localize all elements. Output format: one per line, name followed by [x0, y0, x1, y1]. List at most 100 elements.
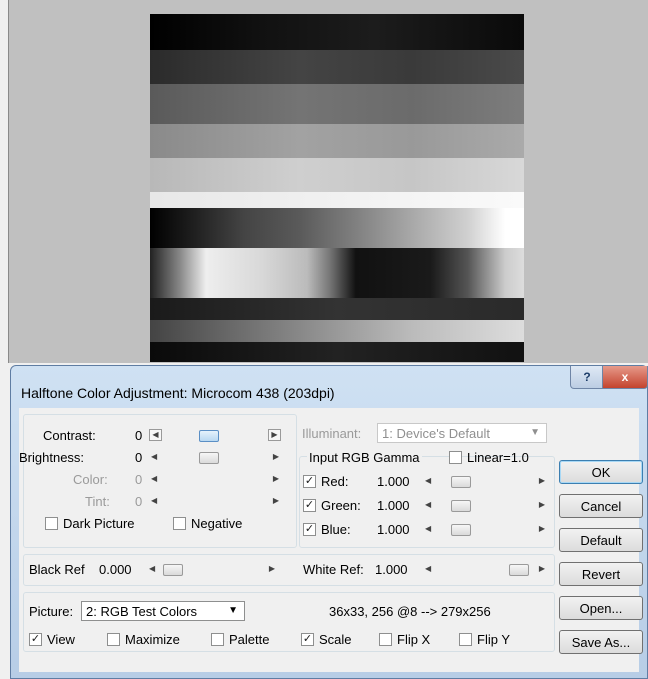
illuminant-select[interactable]: 1: Device's Default ▼ — [377, 423, 547, 443]
scale-label: Scale — [319, 632, 352, 647]
ok-button[interactable]: OK — [559, 460, 643, 484]
arrow-right-icon[interactable]: ▶ — [539, 476, 545, 485]
flip-y-label: Flip Y — [477, 632, 510, 647]
green-slider[interactable]: ◀ ▶ — [423, 499, 547, 512]
scale-checkbox[interactable]: ✓ Scale — [301, 632, 352, 647]
green-checkbox[interactable]: ✓ Green: — [303, 498, 361, 513]
checkmark-icon[interactable]: ✓ — [29, 633, 42, 646]
arrow-left-icon: ◀ — [151, 474, 158, 483]
black-ref-slider[interactable]: ◀ ▶ — [147, 563, 277, 576]
arrow-right-icon[interactable]: ▶ — [539, 500, 545, 509]
flip-x-checkbox[interactable]: Flip X — [379, 632, 430, 647]
blue-slider[interactable]: ◀ ▶ — [423, 523, 547, 536]
arrow-right-icon[interactable]: ▶ — [273, 452, 279, 461]
brightness-thumb[interactable] — [199, 452, 219, 464]
white-ref-label: White Ref: — [303, 562, 364, 577]
checkbox-box[interactable] — [449, 451, 462, 464]
arrow-left-icon[interactable]: ◀ — [425, 476, 431, 485]
gamma-title: Input RGB Gamma — [307, 450, 422, 465]
checkmark-icon[interactable]: ✓ — [303, 499, 316, 512]
black-ref-label: Black Ref — [29, 562, 85, 577]
red-label: Red: — [321, 474, 349, 489]
picture-info: 36x33, 256 @8 --> 279x256 — [329, 604, 491, 619]
arrow-left-icon[interactable]: ◀ — [151, 452, 157, 461]
arrow-right-icon: ▶ — [272, 496, 279, 505]
red-thumb[interactable] — [451, 476, 471, 488]
checkbox-box[interactable] — [379, 633, 392, 646]
default-button[interactable]: Default — [559, 528, 643, 552]
close-icon[interactable]: x — [602, 366, 648, 389]
picture-select[interactable]: 2: RGB Test Colors ▼ — [81, 601, 245, 621]
blue-label: Blue: — [321, 522, 351, 537]
color-value: 0 — [135, 472, 143, 487]
arrow-right-icon[interactable]: ▶ — [269, 564, 275, 573]
maximize-label: Maximize — [125, 632, 180, 647]
arrow-left-icon[interactable]: ◀ — [149, 564, 155, 573]
palette-checkbox[interactable]: Palette — [211, 632, 269, 647]
checkbox-box[interactable] — [45, 517, 58, 530]
contrast-thumb[interactable] — [199, 430, 219, 442]
color-label: Color: — [73, 472, 108, 487]
red-checkbox[interactable]: ✓ Red: — [303, 474, 348, 489]
view-checkbox[interactable]: ✓ View — [29, 632, 75, 647]
arrow-left-icon: ◀ — [151, 496, 158, 505]
checkmark-icon[interactable]: ✓ — [303, 475, 316, 488]
arrow-right-icon[interactable]: ▶ — [268, 429, 281, 441]
white-ref-slider[interactable]: ◀ ▶ — [423, 563, 547, 576]
arrow-left-icon[interactable]: ◀ — [425, 524, 431, 533]
tint-slider[interactable]: ◀ ▶ — [149, 495, 281, 508]
arrow-right-icon: ▶ — [272, 474, 279, 483]
arrow-left-icon[interactable]: ◀ — [425, 500, 431, 509]
dialog-title: Halftone Color Adjustment: Microcom 438 … — [21, 385, 335, 401]
cancel-button[interactable]: Cancel — [559, 494, 643, 518]
blue-checkbox[interactable]: ✓ Blue: — [303, 522, 351, 537]
black-ref-thumb[interactable] — [163, 564, 183, 576]
contrast-slider[interactable]: ◀ ▶ — [149, 429, 281, 442]
blue-thumb[interactable] — [451, 524, 471, 536]
checkbox-box[interactable] — [107, 633, 120, 646]
help-icon[interactable]: ? — [570, 366, 604, 389]
halftone-preview-area — [8, 0, 648, 363]
green-label: Green: — [321, 498, 361, 513]
picture-selected-value: 2: RGB Test Colors — [86, 603, 198, 619]
negative-checkbox[interactable]: Negative — [173, 516, 242, 531]
blue-value: 1.000 — [377, 522, 410, 537]
illuminant-value: 1: Device's Default — [382, 425, 490, 441]
checkbox-box[interactable] — [211, 633, 224, 646]
checkmark-icon[interactable]: ✓ — [303, 523, 316, 536]
checkmark-icon[interactable]: ✓ — [301, 633, 314, 646]
test-pattern-image — [150, 14, 524, 362]
dialog-client-area: Contrast: 0 ◀ ▶ Brightness: 0 ◀ ▶ Color:… — [19, 408, 643, 672]
checkbox-box[interactable] — [173, 517, 186, 530]
arrow-right-icon[interactable]: ▶ — [539, 524, 545, 533]
save-as-button[interactable]: Save As... — [559, 630, 643, 654]
linear-checkbox[interactable]: Linear=1.0 — [449, 450, 529, 465]
white-ref-thumb[interactable] — [509, 564, 529, 576]
arrow-left-icon[interactable]: ◀ — [425, 564, 431, 573]
tint-label: Tint: — [85, 494, 110, 509]
negative-label: Negative — [191, 516, 243, 531]
dropdown-arrow-icon: ▼ — [530, 427, 540, 438]
brightness-slider[interactable]: ◀ ▶ — [149, 451, 281, 464]
maximize-checkbox[interactable]: Maximize — [107, 632, 180, 647]
contrast-label: Contrast: — [43, 428, 96, 443]
color-slider[interactable]: ◀ ▶ — [149, 473, 281, 486]
view-label: View — [47, 632, 75, 647]
black-ref-value: 0.000 — [99, 562, 132, 577]
brightness-label: Brightness: — [19, 450, 85, 465]
arrow-right-icon[interactable]: ▶ — [539, 564, 545, 573]
checkbox-box[interactable] — [459, 633, 472, 646]
flip-y-checkbox[interactable]: Flip Y — [459, 632, 510, 647]
open-button[interactable]: Open... — [559, 596, 643, 620]
flip-x-label: Flip X — [397, 632, 431, 647]
green-thumb[interactable] — [451, 500, 471, 512]
red-slider[interactable]: ◀ ▶ — [423, 475, 547, 488]
dropdown-arrow-icon: ▼ — [228, 605, 238, 616]
dark-picture-checkbox[interactable]: Dark Picture — [45, 516, 135, 531]
green-value: 1.000 — [377, 498, 410, 513]
linear-label: Linear=1.0 — [467, 450, 529, 465]
contrast-value: 0 — [135, 428, 143, 443]
white-ref-value: 1.000 — [375, 562, 408, 577]
arrow-left-icon[interactable]: ◀ — [149, 429, 162, 441]
revert-button[interactable]: Revert — [559, 562, 643, 586]
